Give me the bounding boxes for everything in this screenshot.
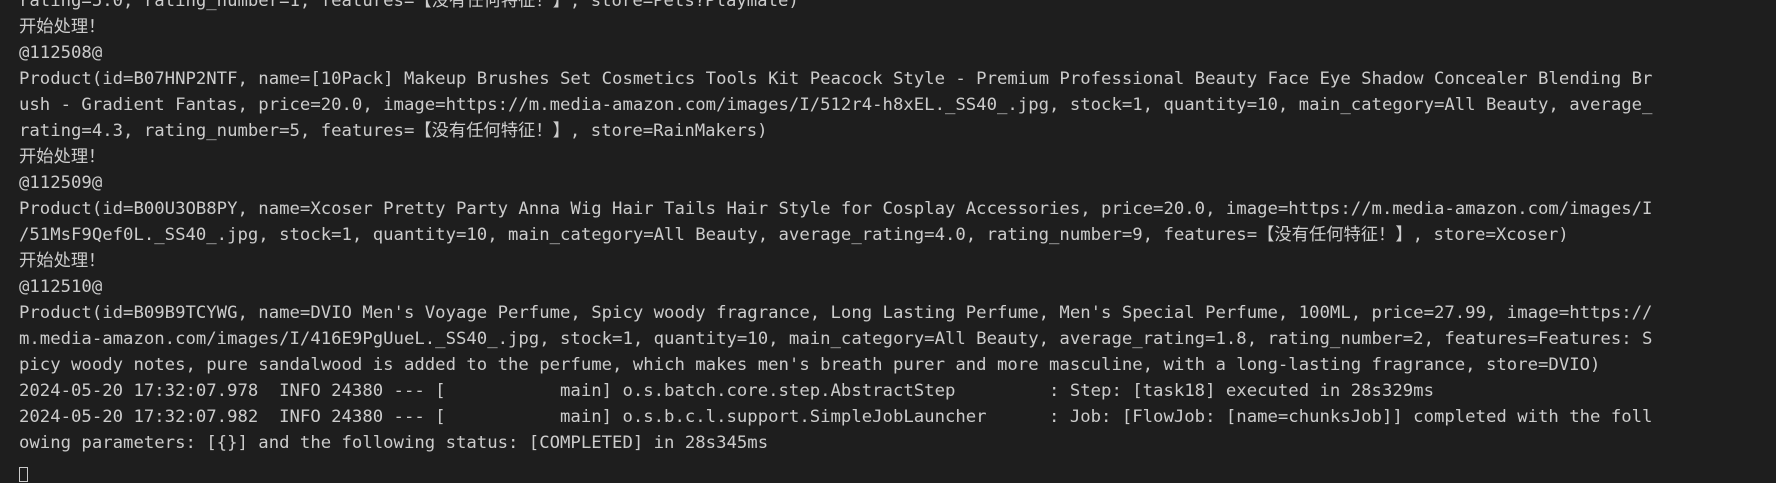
output-line: /51MsF9Qef0L._SS40_.jpg, stock=1, quanti… bbox=[19, 225, 1569, 245]
output-line: 2024-05-20 17:32:07.978 INFO 24380 --- [… bbox=[19, 381, 1434, 401]
output-line: rating=4.3, rating_number=5, features=【没… bbox=[19, 121, 768, 141]
output-line: @112510@ bbox=[19, 277, 103, 297]
prompt-line bbox=[19, 456, 1766, 482]
output-line: ush - Gradient Fantas, price=20.0, image… bbox=[19, 95, 1653, 115]
output-line: Product(id=B00U3OB8PY, name=Xcoser Prett… bbox=[19, 199, 1653, 219]
output-line: m.media-amazon.com/images/I/416E9PgUueL.… bbox=[19, 329, 1653, 349]
terminal-output[interactable]: rating=5.0, rating_number=1, features=【没… bbox=[0, 0, 1776, 483]
output-line: picy woody notes, pure sandalwood is add… bbox=[19, 355, 1601, 375]
output-line: @112508@ bbox=[19, 43, 103, 63]
output-line: 开始处理！ bbox=[19, 251, 106, 271]
output-line: 2024-05-20 17:32:07.982 INFO 24380 --- [… bbox=[19, 407, 1653, 427]
text-cursor bbox=[19, 467, 28, 482]
output-line: owing parameters: [{}] and the following… bbox=[19, 433, 769, 453]
output-line: Product(id=B07HNP2NTF, name=[10Pack] Mak… bbox=[19, 69, 1653, 89]
output-line: 开始处理！ bbox=[19, 147, 106, 167]
output-line: 开始处理！ bbox=[19, 17, 106, 37]
output-line: Product(id=B09B9TCYWG, name=DVIO Men's V… bbox=[19, 303, 1653, 323]
output-line: @112509@ bbox=[19, 173, 103, 193]
output-line: rating=5.0, rating_number=1, features=【没… bbox=[19, 0, 799, 11]
